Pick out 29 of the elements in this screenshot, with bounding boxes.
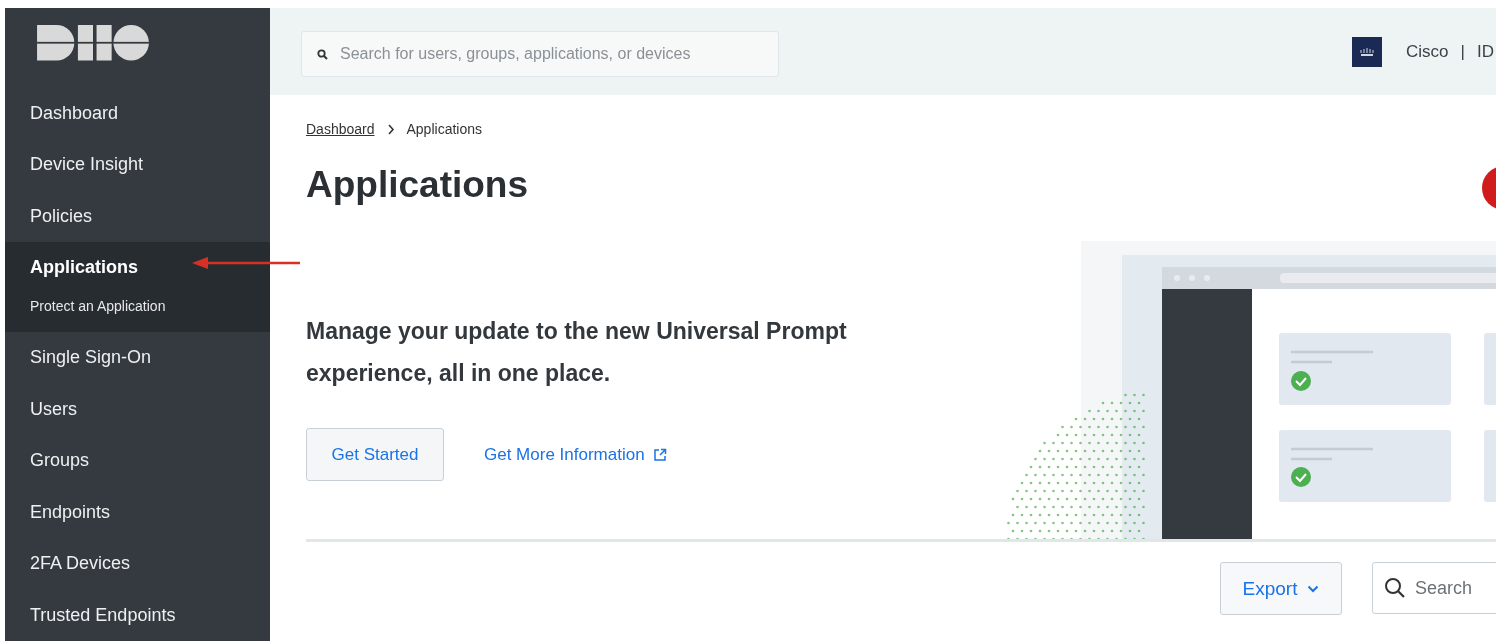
sidebar-subitem[interactable]: Protect an Application [5, 292, 270, 332]
sidebar-item[interactable]: Endpoints [5, 486, 270, 538]
more-info-link[interactable]: Get More Information [484, 444, 667, 465]
sidebar-item[interactable]: Single Sign-On [5, 332, 270, 384]
sidebar-item[interactable]: Dashboard [5, 87, 270, 139]
search-field[interactable]: Search for users, groups, applications, or devices [301, 30, 779, 77]
sidebar-item[interactable]: Device Insight [5, 139, 270, 191]
page-title: Applications [306, 163, 529, 207]
sidebar-item[interactable]: 2FA Devices [5, 538, 270, 590]
chevron-right-icon [386, 123, 395, 135]
sidebar-item[interactable]: Groups [5, 435, 270, 487]
org-logo-icon [1352, 36, 1383, 67]
get-started-button[interactable]: Get Started [306, 428, 444, 482]
breadcrumb-current: Applications [406, 121, 482, 137]
sidebar-item[interactable]: Policies [5, 190, 270, 242]
separator: | [1460, 41, 1465, 62]
sidebar-item[interactable]: Trusted Endpoints [5, 589, 270, 641]
export-button[interactable]: Export [1220, 562, 1342, 616]
search-icon [317, 48, 328, 60]
account-name: Cisco [1406, 41, 1449, 62]
account-id: ID [1477, 41, 1494, 62]
chevron-down-icon [1307, 584, 1320, 593]
table-search-field[interactable]: Search [1372, 562, 1496, 615]
search-icon [1384, 577, 1406, 600]
sidebar-item[interactable]: Users [5, 383, 270, 435]
sidebar-item[interactable]: Applications [5, 242, 270, 292]
breadcrumb-link[interactable]: Dashboard [306, 121, 375, 137]
external-link-icon [652, 447, 667, 462]
banner-heading: Manage your update to the new Universal Prompt experience, all in one place. [306, 317, 848, 389]
